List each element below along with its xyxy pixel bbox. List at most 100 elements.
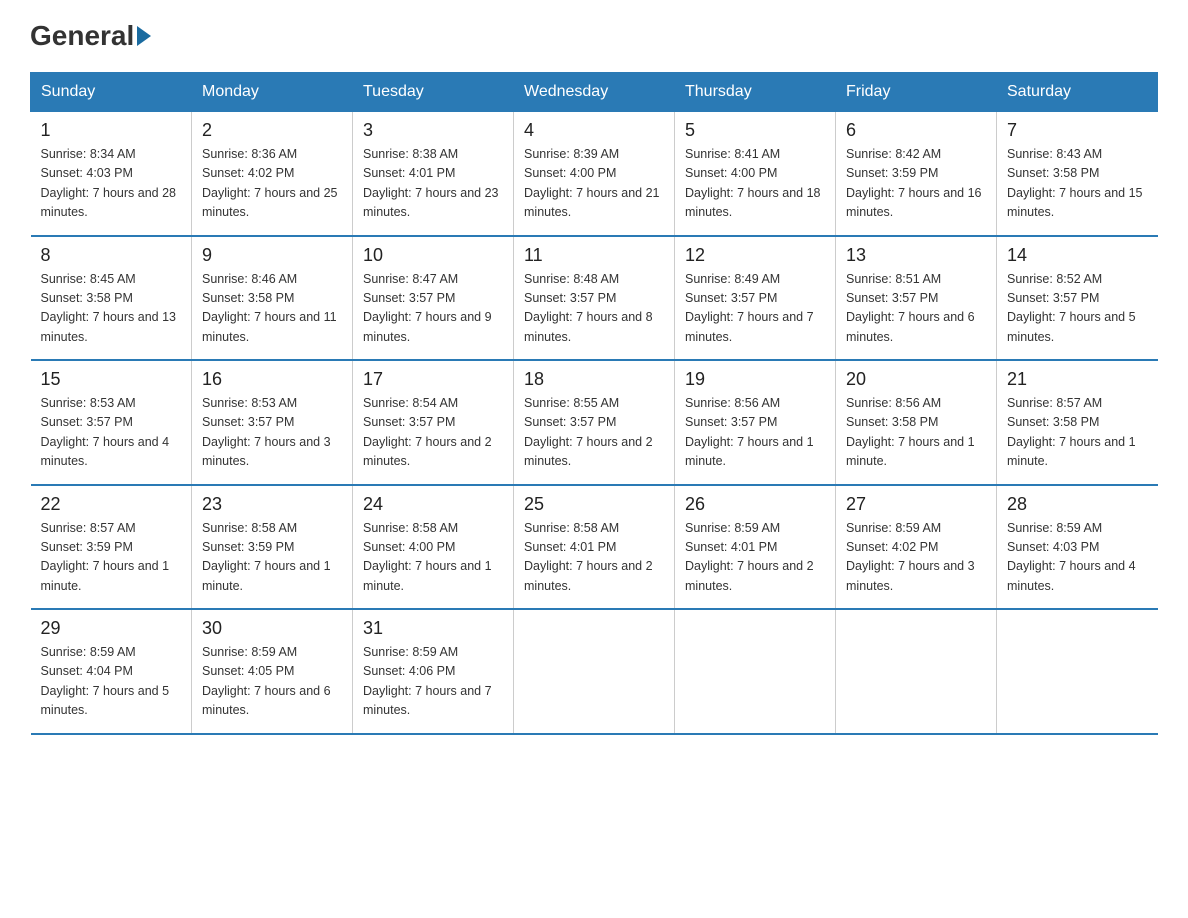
calendar-cell: 14 Sunrise: 8:52 AMSunset: 3:57 PMDaylig…: [997, 236, 1158, 361]
calendar-cell: 25 Sunrise: 8:58 AMSunset: 4:01 PMDaylig…: [514, 485, 675, 610]
calendar-cell: 5 Sunrise: 8:41 AMSunset: 4:00 PMDayligh…: [675, 112, 836, 236]
day-number: 25: [524, 494, 664, 515]
day-info: Sunrise: 8:48 AMSunset: 3:57 PMDaylight:…: [524, 272, 653, 344]
calendar-cell: 31 Sunrise: 8:59 AMSunset: 4:06 PMDaylig…: [353, 609, 514, 734]
calendar-week-row: 29 Sunrise: 8:59 AMSunset: 4:04 PMDaylig…: [31, 609, 1158, 734]
day-number: 21: [1007, 369, 1148, 390]
day-number: 7: [1007, 120, 1148, 141]
calendar-cell: 9 Sunrise: 8:46 AMSunset: 3:58 PMDayligh…: [192, 236, 353, 361]
calendar-cell: 22 Sunrise: 8:57 AMSunset: 3:59 PMDaylig…: [31, 485, 192, 610]
day-number: 27: [846, 494, 986, 515]
calendar-cell: 26 Sunrise: 8:59 AMSunset: 4:01 PMDaylig…: [675, 485, 836, 610]
day-info: Sunrise: 8:46 AMSunset: 3:58 PMDaylight:…: [202, 272, 337, 344]
calendar-cell: 17 Sunrise: 8:54 AMSunset: 3:57 PMDaylig…: [353, 360, 514, 485]
calendar-cell: 29 Sunrise: 8:59 AMSunset: 4:04 PMDaylig…: [31, 609, 192, 734]
calendar-cell: 12 Sunrise: 8:49 AMSunset: 3:57 PMDaylig…: [675, 236, 836, 361]
calendar-cell: 20 Sunrise: 8:56 AMSunset: 3:58 PMDaylig…: [836, 360, 997, 485]
day-number: 11: [524, 245, 664, 266]
day-number: 1: [41, 120, 182, 141]
day-info: Sunrise: 8:57 AMSunset: 3:58 PMDaylight:…: [1007, 396, 1136, 468]
calendar-week-row: 8 Sunrise: 8:45 AMSunset: 3:58 PMDayligh…: [31, 236, 1158, 361]
col-thursday: Thursday: [675, 73, 836, 112]
col-monday: Monday: [192, 73, 353, 112]
day-number: 13: [846, 245, 986, 266]
calendar-cell: 8 Sunrise: 8:45 AMSunset: 3:58 PMDayligh…: [31, 236, 192, 361]
day-info: Sunrise: 8:54 AMSunset: 3:57 PMDaylight:…: [363, 396, 492, 468]
day-info: Sunrise: 8:59 AMSunset: 4:01 PMDaylight:…: [685, 521, 814, 593]
calendar-cell: 30 Sunrise: 8:59 AMSunset: 4:05 PMDaylig…: [192, 609, 353, 734]
day-info: Sunrise: 8:49 AMSunset: 3:57 PMDaylight:…: [685, 272, 814, 344]
calendar-cell: 2 Sunrise: 8:36 AMSunset: 4:02 PMDayligh…: [192, 112, 353, 236]
day-number: 10: [363, 245, 503, 266]
day-info: Sunrise: 8:56 AMSunset: 3:58 PMDaylight:…: [846, 396, 975, 468]
calendar-week-row: 15 Sunrise: 8:53 AMSunset: 3:57 PMDaylig…: [31, 360, 1158, 485]
day-info: Sunrise: 8:36 AMSunset: 4:02 PMDaylight:…: [202, 147, 338, 219]
day-number: 30: [202, 618, 342, 639]
day-info: Sunrise: 8:59 AMSunset: 4:04 PMDaylight:…: [41, 645, 170, 717]
day-number: 5: [685, 120, 825, 141]
day-info: Sunrise: 8:59 AMSunset: 4:05 PMDaylight:…: [202, 645, 331, 717]
calendar-cell: 10 Sunrise: 8:47 AMSunset: 3:57 PMDaylig…: [353, 236, 514, 361]
calendar-cell: 24 Sunrise: 8:58 AMSunset: 4:00 PMDaylig…: [353, 485, 514, 610]
day-info: Sunrise: 8:47 AMSunset: 3:57 PMDaylight:…: [363, 272, 492, 344]
logo-general-text: General: [30, 20, 134, 52]
day-number: 14: [1007, 245, 1148, 266]
calendar-cell: 19 Sunrise: 8:56 AMSunset: 3:57 PMDaylig…: [675, 360, 836, 485]
day-number: 12: [685, 245, 825, 266]
col-tuesday: Tuesday: [353, 73, 514, 112]
day-number: 28: [1007, 494, 1148, 515]
day-info: Sunrise: 8:59 AMSunset: 4:03 PMDaylight:…: [1007, 521, 1136, 593]
page-header: General: [30, 20, 1158, 52]
calendar-cell: 21 Sunrise: 8:57 AMSunset: 3:58 PMDaylig…: [997, 360, 1158, 485]
day-info: Sunrise: 8:51 AMSunset: 3:57 PMDaylight:…: [846, 272, 975, 344]
day-info: Sunrise: 8:57 AMSunset: 3:59 PMDaylight:…: [41, 521, 170, 593]
calendar-cell: 6 Sunrise: 8:42 AMSunset: 3:59 PMDayligh…: [836, 112, 997, 236]
col-wednesday: Wednesday: [514, 73, 675, 112]
calendar-week-row: 22 Sunrise: 8:57 AMSunset: 3:59 PMDaylig…: [31, 485, 1158, 610]
day-number: 2: [202, 120, 342, 141]
day-info: Sunrise: 8:58 AMSunset: 3:59 PMDaylight:…: [202, 521, 331, 593]
day-number: 9: [202, 245, 342, 266]
col-friday: Friday: [836, 73, 997, 112]
calendar-cell: [836, 609, 997, 734]
day-info: Sunrise: 8:59 AMSunset: 4:02 PMDaylight:…: [846, 521, 975, 593]
day-info: Sunrise: 8:41 AMSunset: 4:00 PMDaylight:…: [685, 147, 821, 219]
day-number: 26: [685, 494, 825, 515]
day-info: Sunrise: 8:52 AMSunset: 3:57 PMDaylight:…: [1007, 272, 1136, 344]
day-number: 20: [846, 369, 986, 390]
calendar-body: 1 Sunrise: 8:34 AMSunset: 4:03 PMDayligh…: [31, 112, 1158, 734]
calendar-cell: 18 Sunrise: 8:55 AMSunset: 3:57 PMDaylig…: [514, 360, 675, 485]
day-number: 4: [524, 120, 664, 141]
day-number: 22: [41, 494, 182, 515]
day-number: 29: [41, 618, 182, 639]
day-number: 3: [363, 120, 503, 141]
calendar-table: Sunday Monday Tuesday Wednesday Thursday…: [30, 72, 1158, 735]
calendar-cell: 15 Sunrise: 8:53 AMSunset: 3:57 PMDaylig…: [31, 360, 192, 485]
day-info: Sunrise: 8:58 AMSunset: 4:01 PMDaylight:…: [524, 521, 653, 593]
day-number: 17: [363, 369, 503, 390]
day-number: 31: [363, 618, 503, 639]
day-number: 8: [41, 245, 182, 266]
calendar-cell: 7 Sunrise: 8:43 AMSunset: 3:58 PMDayligh…: [997, 112, 1158, 236]
day-number: 6: [846, 120, 986, 141]
col-sunday: Sunday: [31, 73, 192, 112]
calendar-cell: 23 Sunrise: 8:58 AMSunset: 3:59 PMDaylig…: [192, 485, 353, 610]
day-info: Sunrise: 8:56 AMSunset: 3:57 PMDaylight:…: [685, 396, 814, 468]
calendar-cell: 28 Sunrise: 8:59 AMSunset: 4:03 PMDaylig…: [997, 485, 1158, 610]
day-number: 24: [363, 494, 503, 515]
calendar-cell: 16 Sunrise: 8:53 AMSunset: 3:57 PMDaylig…: [192, 360, 353, 485]
day-number: 18: [524, 369, 664, 390]
header-row: Sunday Monday Tuesday Wednesday Thursday…: [31, 73, 1158, 112]
day-info: Sunrise: 8:38 AMSunset: 4:01 PMDaylight:…: [363, 147, 499, 219]
calendar-cell: 1 Sunrise: 8:34 AMSunset: 4:03 PMDayligh…: [31, 112, 192, 236]
calendar-cell: 3 Sunrise: 8:38 AMSunset: 4:01 PMDayligh…: [353, 112, 514, 236]
day-number: 23: [202, 494, 342, 515]
day-info: Sunrise: 8:39 AMSunset: 4:00 PMDaylight:…: [524, 147, 660, 219]
day-number: 15: [41, 369, 182, 390]
logo: General: [30, 20, 154, 52]
day-info: Sunrise: 8:34 AMSunset: 4:03 PMDaylight:…: [41, 147, 177, 219]
calendar-cell: 11 Sunrise: 8:48 AMSunset: 3:57 PMDaylig…: [514, 236, 675, 361]
day-info: Sunrise: 8:53 AMSunset: 3:57 PMDaylight:…: [41, 396, 170, 468]
calendar-cell: 13 Sunrise: 8:51 AMSunset: 3:57 PMDaylig…: [836, 236, 997, 361]
calendar-header: Sunday Monday Tuesday Wednesday Thursday…: [31, 73, 1158, 112]
